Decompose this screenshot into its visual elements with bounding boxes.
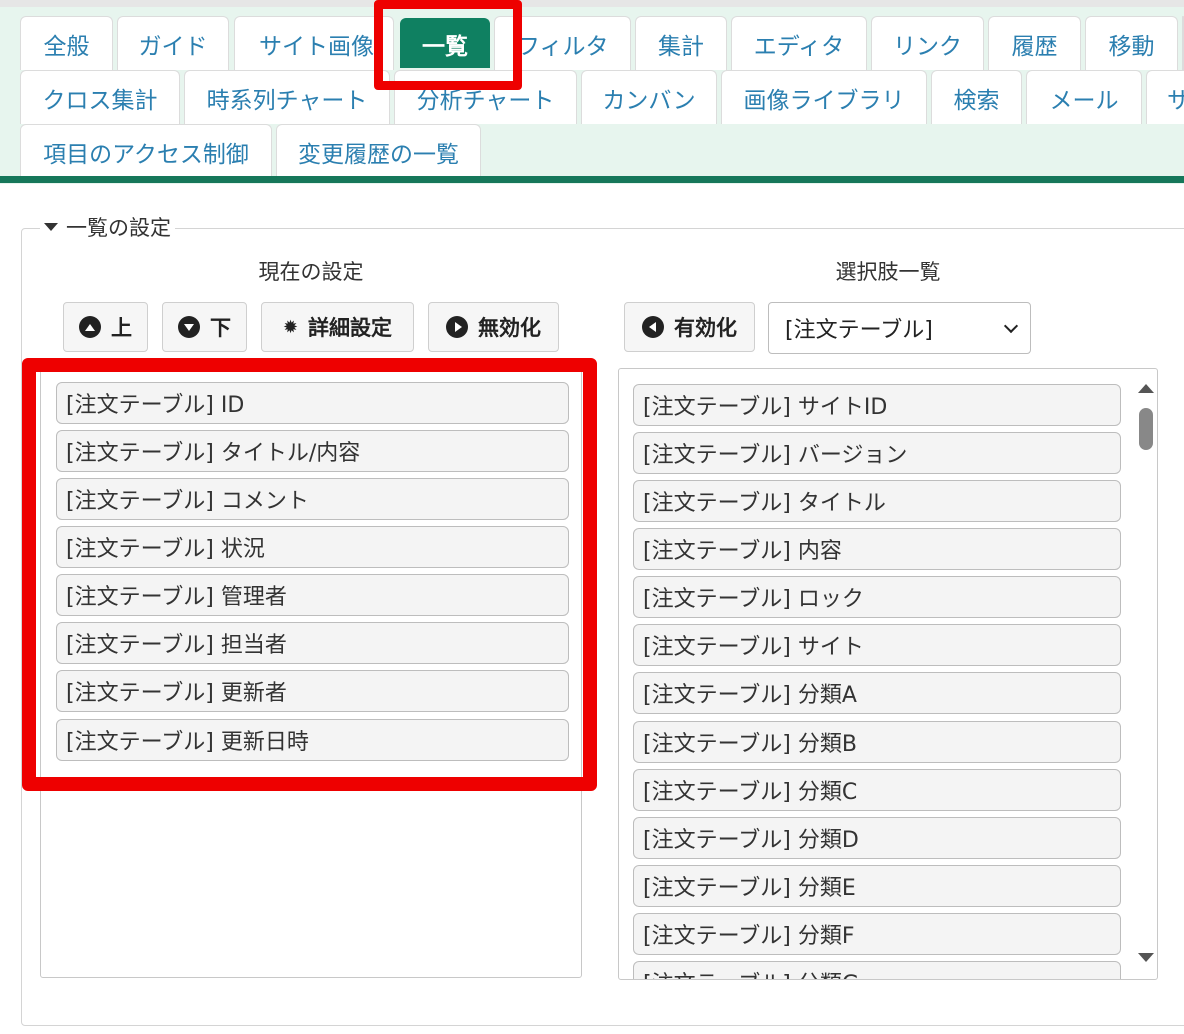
list-item[interactable]: [注文テーブル] 管理者 [56,574,569,616]
arrow-down-icon [178,316,200,338]
tab-kanban[interactable]: カンバン [581,70,717,124]
list-item[interactable]: [注文テーブル] サイト [633,624,1121,666]
tab-mail[interactable]: メール [1026,70,1142,124]
list-item[interactable]: [注文テーブル] 分類F [633,913,1121,955]
tab-move[interactable]: 移動 [1085,16,1178,70]
list-item[interactable]: [注文テーブル] 分類A [633,672,1121,714]
tab-list[interactable]: 一覧 [400,18,490,68]
list-item[interactable]: [注文テーブル] 分類G [633,961,1121,979]
tab-change-history-list[interactable]: 変更履歴の一覧 [276,124,481,178]
move-down-button[interactable]: 下 [162,302,247,352]
move-up-button[interactable]: 上 [63,302,148,352]
table-select[interactable]: [注文テーブル] [768,302,1031,354]
list-item[interactable]: [注文テーブル] 分類E [633,865,1121,907]
gear-icon: ✹ [282,316,299,338]
legend-label: 一覧の設定 [66,216,171,240]
tab-time-series-chart[interactable]: 時系列チャート [184,70,390,124]
tab-history[interactable]: 履歴 [988,16,1081,70]
tab-editor[interactable]: エディタ [731,16,867,70]
tab-aggregate[interactable]: 集計 [635,16,727,70]
list-item[interactable]: [注文テーブル] 分類C [633,769,1121,811]
list-item[interactable]: [注文テーブル] ID [56,382,569,424]
list-settings-legend[interactable]: 一覧の設定 [40,212,175,242]
collapse-triangle-icon [44,223,58,231]
tab-bar-underline [0,176,1184,183]
tab-guide[interactable]: ガイド [117,16,229,70]
options-scrollbar[interactable] [1134,372,1158,976]
list-item[interactable]: [注文テーブル] サイトID [633,384,1121,426]
list-item[interactable]: [注文テーブル] 更新日時 [56,719,569,761]
arrow-left-icon [642,316,664,338]
scroll-up-icon[interactable] [1138,384,1154,393]
options-columns-list[interactable]: [注文テーブル] サイトID [注文テーブル] バージョン [注文テーブル] タ… [618,368,1158,980]
tab-general[interactable]: 全般 [20,16,113,70]
list-item[interactable]: [注文テーブル] 分類B [633,721,1121,763]
list-item[interactable]: [注文テーブル] 分類D [633,817,1121,859]
tab-analysis-chart[interactable]: 分析チャート [394,70,577,124]
tab-cross-aggregate[interactable]: クロス集計 [20,70,180,124]
tab-overflow-2[interactable]: サ [1146,70,1184,124]
options-list-title: 選択肢一覧 [835,260,941,284]
list-item[interactable]: [注文テーブル] 状況 [56,526,569,568]
arrow-up-icon [79,316,101,338]
list-item[interactable]: [注文テーブル] バージョン [633,432,1121,474]
current-settings-title: 現在の設定 [258,260,364,284]
enable-button[interactable]: 有効化 [624,302,755,352]
scroll-down-icon[interactable] [1138,953,1154,962]
list-item[interactable]: [注文テーブル] 内容 [633,528,1121,570]
list-item[interactable]: [注文テーブル] ロック [633,576,1121,618]
list-item[interactable]: [注文テーブル] コメント [56,478,569,520]
tab-link[interactable]: リンク [871,16,984,70]
tab-column-access-control[interactable]: 項目のアクセス制御 [20,124,272,178]
list-item[interactable]: [注文テーブル] 担当者 [56,622,569,664]
disable-button[interactable]: 無効化 [428,302,559,352]
tab-filter[interactable]: フィルタ [494,16,631,70]
chevron-down-icon [1003,318,1019,333]
tab-image-library[interactable]: 画像ライブラリ [721,70,927,124]
tab-site-image[interactable]: サイト画像 [234,16,394,70]
arrow-right-icon [446,316,468,338]
list-item[interactable]: [注文テーブル] タイトル [633,480,1121,522]
current-columns-list[interactable]: [注文テーブル] ID [注文テーブル] タイトル/内容 [注文テーブル] コメ… [40,366,582,978]
list-item[interactable]: [注文テーブル] タイトル/内容 [56,430,569,472]
scroll-thumb[interactable] [1139,408,1153,450]
list-item[interactable]: [注文テーブル] 更新者 [56,670,569,712]
tab-search[interactable]: 検索 [931,70,1022,124]
detail-settings-button[interactable]: ✹ 詳細設定 [261,302,414,352]
